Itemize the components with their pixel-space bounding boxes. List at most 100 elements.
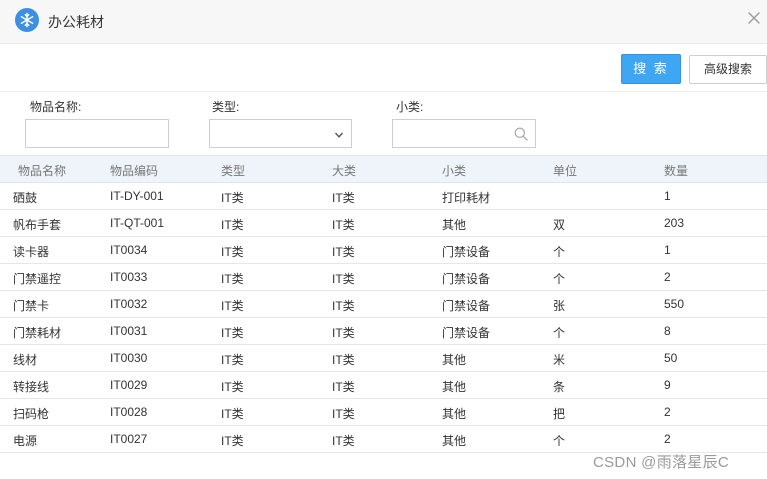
- cell-category: IT类: [332, 326, 355, 340]
- cell-category: IT类: [332, 407, 355, 421]
- cell-quantity: 2: [664, 270, 671, 284]
- cell-item-code: IT0033: [110, 270, 148, 284]
- search-button[interactable]: 搜 索: [621, 54, 681, 84]
- cell-category: IT类: [332, 299, 355, 313]
- cell-item-name: 帆布手套: [13, 218, 62, 232]
- toolbar-divider: [0, 91, 767, 92]
- cell-category: IT类: [332, 191, 355, 205]
- column-header-category[interactable]: 大类: [332, 162, 356, 179]
- cell-unit: 条: [553, 380, 566, 394]
- table-row[interactable]: 帆布手套 IT-QT-001 IT类 IT类 其他 双 203: [0, 210, 767, 237]
- cell-item-code: IT0029: [110, 378, 148, 392]
- item-name-field[interactable]: [26, 120, 168, 147]
- table-row[interactable]: 转接线 IT0029 IT类 IT类 其他 条 9: [0, 372, 767, 399]
- cell-type: IT类: [221, 218, 244, 232]
- cell-unit: 把: [553, 407, 566, 421]
- cell-item-code: IT0027: [110, 432, 148, 446]
- table-header: 物品名称 物品编码 类型 大类 小类 单位 数量: [0, 155, 767, 183]
- cell-category: IT类: [332, 380, 355, 394]
- cell-type: IT类: [221, 353, 244, 367]
- cell-quantity: 2: [664, 432, 671, 446]
- cell-subcategory: 其他: [442, 434, 467, 448]
- table-row[interactable]: 线材 IT0030 IT类 IT类 其他 米 50: [0, 345, 767, 372]
- table-row[interactable]: 电源 IT0027 IT类 IT类 其他 个 2: [0, 426, 767, 453]
- cell-unit: 双: [553, 218, 566, 232]
- column-header-item-name[interactable]: 物品名称: [18, 162, 66, 179]
- cell-quantity: 203: [664, 216, 685, 230]
- cell-type: IT类: [221, 245, 244, 259]
- cell-category: IT类: [332, 272, 355, 286]
- cell-category: IT类: [332, 218, 355, 232]
- cell-item-name: 读卡器: [13, 245, 50, 259]
- cell-type: IT类: [221, 272, 244, 286]
- cell-subcategory: 打印耗材: [442, 191, 491, 205]
- table-row[interactable]: 扫码枪 IT0028 IT类 IT类 其他 把 2: [0, 399, 767, 426]
- title-bar: 办公耗材: [0, 0, 767, 44]
- cell-item-code: IT0032: [110, 297, 148, 311]
- cell-quantity: 2: [664, 405, 671, 419]
- cell-item-name: 线材: [13, 353, 38, 367]
- cell-subcategory: 门禁设备: [442, 272, 491, 286]
- column-header-unit[interactable]: 单位: [553, 162, 577, 179]
- column-header-item-code[interactable]: 物品编码: [110, 162, 158, 179]
- cell-subcategory: 其他: [442, 353, 467, 367]
- cell-unit: 个: [553, 272, 566, 286]
- table-row[interactable]: 门禁遥控 IT0033 IT类 IT类 门禁设备 个 2: [0, 264, 767, 291]
- cell-item-name: 硒鼓: [13, 191, 38, 205]
- cell-unit: 张: [553, 299, 566, 313]
- column-header-type[interactable]: 类型: [221, 162, 245, 179]
- cell-item-name: 门禁耗材: [13, 326, 62, 340]
- chevron-down-icon: [334, 129, 344, 143]
- type-label: 类型:: [212, 100, 240, 114]
- cell-category: IT类: [332, 245, 355, 259]
- cell-item-code: IT0034: [110, 243, 148, 257]
- watermark: CSDN @雨落星辰C: [593, 454, 730, 471]
- cell-quantity: 550: [664, 297, 685, 311]
- cell-type: IT类: [221, 299, 244, 313]
- cell-type: IT类: [221, 326, 244, 340]
- cell-unit: 个: [553, 245, 566, 259]
- cell-subcategory: 门禁设备: [442, 326, 491, 340]
- cell-subcategory: 其他: [442, 380, 467, 394]
- cell-type: IT类: [221, 191, 244, 205]
- cell-subcategory: 其他: [442, 218, 467, 232]
- cell-category: IT类: [332, 353, 355, 367]
- cell-item-name: 门禁卡: [13, 299, 50, 313]
- cell-quantity: 50: [664, 351, 678, 365]
- cell-quantity: 9: [664, 378, 671, 392]
- close-icon[interactable]: [744, 8, 764, 28]
- cell-item-code: IT-QT-001: [110, 216, 165, 230]
- cell-quantity: 1: [664, 243, 671, 257]
- item-name-label: 物品名称:: [30, 100, 82, 114]
- cell-type: IT类: [221, 380, 244, 394]
- window-title: 办公耗材: [48, 14, 104, 30]
- column-header-quantity[interactable]: 数量: [664, 162, 688, 179]
- column-header-subcategory[interactable]: 小类: [442, 162, 466, 179]
- search-icon[interactable]: [513, 126, 529, 145]
- item-name-input[interactable]: [25, 119, 169, 148]
- cell-subcategory: 其他: [442, 407, 467, 421]
- type-select[interactable]: [209, 119, 352, 148]
- table-row[interactable]: 门禁耗材 IT0031 IT类 IT类 门禁设备 个 8: [0, 318, 767, 345]
- table-row[interactable]: 硒鼓 IT-DY-001 IT类 IT类 打印耗材 1: [0, 183, 767, 210]
- table-row[interactable]: 门禁卡 IT0032 IT类 IT类 门禁设备 张 550: [0, 291, 767, 318]
- cell-item-code: IT-DY-001: [110, 189, 164, 203]
- cell-unit: 个: [553, 434, 566, 448]
- cell-subcategory: 门禁设备: [442, 245, 491, 259]
- cell-quantity: 1: [664, 189, 671, 203]
- cell-item-code: IT0030: [110, 351, 148, 365]
- cell-unit: 米: [553, 353, 566, 367]
- cell-subcategory: 门禁设备: [442, 299, 491, 313]
- cell-type: IT类: [221, 434, 244, 448]
- snowflake-icon: [15, 8, 39, 32]
- cell-unit: 个: [553, 326, 566, 340]
- cell-item-name: 电源: [13, 434, 38, 448]
- cell-item-code: IT0031: [110, 324, 148, 338]
- table-row[interactable]: 读卡器 IT0034 IT类 IT类 门禁设备 个 1: [0, 237, 767, 264]
- subcategory-label: 小类:: [396, 100, 424, 114]
- subcategory-input[interactable]: [392, 119, 536, 148]
- cell-quantity: 8: [664, 324, 671, 338]
- cell-type: IT类: [221, 407, 244, 421]
- cell-item-name: 扫码枪: [13, 407, 50, 421]
- advanced-search-button[interactable]: 高级搜索: [689, 55, 767, 84]
